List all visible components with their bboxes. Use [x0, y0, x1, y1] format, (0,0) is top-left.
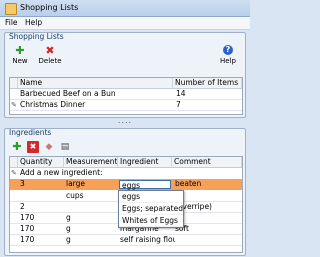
print-button[interactable]: ▤ — [59, 141, 71, 153]
app-icon — [5, 3, 17, 15]
row-quantity: 170 — [20, 235, 35, 244]
col-quantity[interactable]: Quantity — [18, 157, 64, 167]
autocomplete-option[interactable]: Whites of Eggs — [119, 215, 183, 227]
row-measurement: g — [66, 235, 71, 244]
list-name: Christmas Dinner — [20, 100, 86, 109]
help-button-label: Help — [220, 57, 236, 65]
list-name: Barbecued Beef on a Bun — [20, 89, 116, 98]
erase-button[interactable]: ◆ — [43, 141, 55, 153]
ingredients-title: Ingredients — [9, 128, 52, 137]
autocomplete-dropdown: eggs Eggs; separated Whites of Eggs — [118, 190, 184, 228]
help-button[interactable]: ? Help — [217, 45, 239, 65]
add-row-label-row: ✎ Add a new ingredient: — [10, 168, 242, 178]
row-quantity: 170 — [20, 213, 35, 222]
delete-ingredient-button[interactable]: ✖ — [27, 141, 39, 153]
edit-measurement[interactable]: large — [66, 179, 116, 189]
autocomplete-option[interactable]: Eggs; separated — [119, 203, 183, 215]
ingredient-input[interactable]: eggs — [119, 180, 171, 190]
table-row[interactable]: 170 g self raising flour — [10, 235, 242, 246]
ingredients-table: Quantity Measurement Ingredient Comment … — [9, 156, 243, 253]
row-quantity — [20, 191, 60, 201]
add-row-label: Add a new ingredient: — [20, 168, 103, 177]
menu-file[interactable]: File — [5, 18, 18, 27]
row-measurement — [66, 202, 116, 212]
lists-toolbar: ✚ New ✖ Delete ? Help — [5, 45, 245, 69]
edit-comment[interactable]: beaten — [175, 179, 235, 189]
window-title: Shopping Lists — [20, 3, 79, 12]
printer-icon: ▤ — [60, 142, 70, 152]
ingredients-toolbar: ✚ ✖ ◆ ▤ — [5, 140, 245, 154]
ingredients-panel: Ingredients ✚ ✖ ◆ ▤ Quantity Measurement… — [4, 128, 246, 256]
pencil-icon: ✎ — [11, 101, 17, 109]
x-icon: ✖ — [45, 44, 55, 57]
title-bar: Shopping Lists — [0, 0, 250, 17]
row-comment: (overripe) — [175, 202, 212, 211]
add-ingredient-button[interactable]: ✚ — [11, 141, 23, 153]
col-ingredient[interactable]: Ingredient — [118, 157, 172, 167]
splitter[interactable]: .... — [0, 117, 250, 126]
row-comment — [175, 213, 235, 223]
eraser-icon: ◆ — [45, 142, 53, 152]
table-row[interactable]: Barbecued Beef on a Bun 14 — [10, 89, 242, 100]
shopping-lists-table: Name Number of Items Barbecued Beef on a… — [9, 77, 243, 115]
table-row[interactable]: ✎ Christmas Dinner 7 — [10, 100, 242, 111]
pencil-icon: ✎ — [11, 169, 17, 177]
row-quantity: 170 — [20, 224, 35, 233]
col-name[interactable]: Name — [18, 78, 173, 88]
list-count: 14 — [176, 89, 186, 98]
plus-icon: ✚ — [15, 44, 25, 57]
row-comment — [175, 191, 235, 201]
col-measurement[interactable]: Measurement — [64, 157, 118, 167]
x-icon: ✖ — [27, 141, 39, 153]
row-measurement: g — [66, 213, 71, 222]
edit-quantity[interactable]: 3 — [20, 179, 60, 189]
autocomplete-option[interactable]: eggs — [119, 191, 183, 203]
delete-button-label: Delete — [38, 57, 62, 65]
shopping-lists-panel: Shopping Lists ✚ New ✖ Delete ? Help Nam… — [4, 32, 246, 118]
table-header: Name Number of Items — [10, 78, 242, 89]
col-comment[interactable]: Comment — [172, 157, 242, 167]
row-comment — [175, 235, 235, 245]
new-button[interactable]: ✚ New — [9, 44, 31, 66]
editing-row[interactable]: 3 large eggs beaten — [10, 179, 242, 190]
question-icon: ? — [223, 45, 233, 55]
delete-button[interactable]: ✖ Delete — [37, 44, 63, 66]
shopping-lists-title: Shopping Lists — [9, 32, 64, 41]
row-measurement: g — [66, 224, 71, 233]
row-measurement: cups — [66, 191, 84, 200]
menu-bar: File Help — [0, 17, 250, 30]
row-comment: soft — [175, 224, 189, 233]
row-quantity: 2 — [20, 202, 25, 211]
list-count: 7 — [176, 100, 181, 109]
ingredients-header: Quantity Measurement Ingredient Comment — [10, 157, 242, 168]
col-count[interactable]: Number of Items — [173, 78, 242, 88]
row-ingredient: self raising flour — [120, 235, 175, 244]
plus-icon: ✚ — [12, 140, 22, 153]
new-button-label: New — [12, 57, 28, 65]
menu-help[interactable]: Help — [25, 18, 42, 27]
